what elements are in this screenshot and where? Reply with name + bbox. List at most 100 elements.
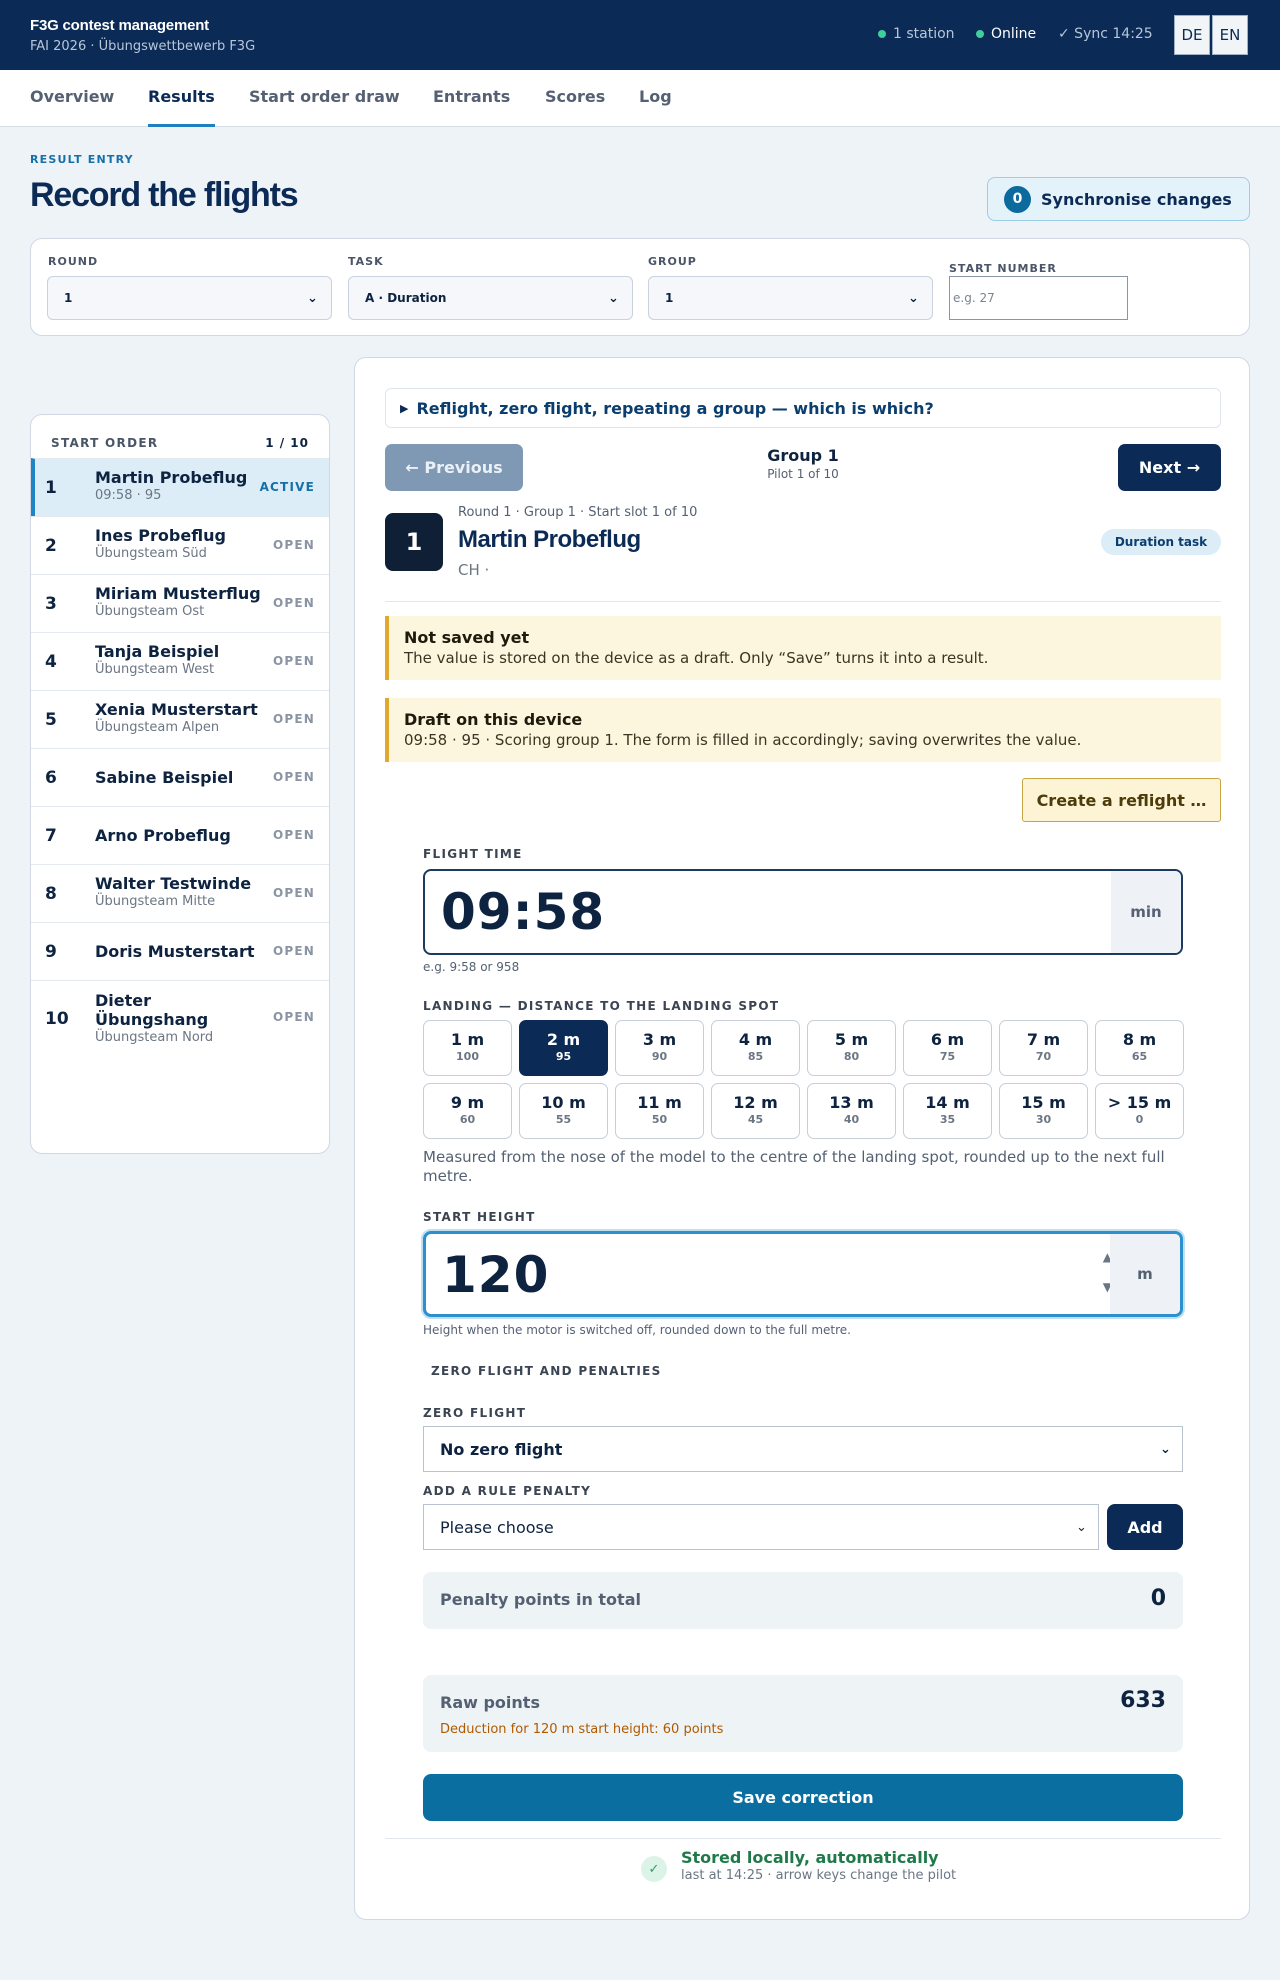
check-icon: ✓ bbox=[641, 1856, 667, 1882]
landing-distance-button[interactable]: 6 m 75 bbox=[903, 1020, 992, 1076]
landing-distance-button[interactable]: 7 m 70 bbox=[999, 1020, 1088, 1076]
start-order-row[interactable]: 6 Sabine Beispiel OPEN bbox=[31, 748, 329, 806]
tab-scores[interactable]: Scores bbox=[545, 87, 605, 106]
filter-card: ROUND 1 ⌄ TASK A · Duration ⌄ GROUP 1 ⌄ … bbox=[30, 238, 1250, 336]
penalties-heading: ZERO FLIGHT AND PENALTIES bbox=[431, 1364, 662, 1378]
row-subtitle: Übungsteam Mitte bbox=[95, 894, 216, 909]
previous-button[interactable]: ← Previous bbox=[385, 444, 523, 491]
start-order-row[interactable]: 3 Miriam Musterflug Übungsteam Ost OPEN bbox=[31, 574, 329, 632]
start-number-input[interactable]: e.g. 27 bbox=[949, 276, 1128, 320]
landing-points: 80 bbox=[843, 1050, 860, 1063]
landing-distance-button[interactable]: 2 m 95 bbox=[519, 1020, 608, 1076]
landing-distance: 6 m bbox=[930, 1030, 965, 1049]
start-order-row[interactable]: 5 Xenia Musterstart Übungsteam Alpen OPEN bbox=[31, 690, 329, 748]
help-details-toggle[interactable]: ▶ Reflight, zero flight, repeating a gro… bbox=[385, 388, 1221, 428]
landing-distance-button[interactable]: 8 m 65 bbox=[1095, 1020, 1184, 1076]
landing-distance-button[interactable]: 9 m 60 bbox=[423, 1083, 512, 1139]
start-order-row[interactable]: 2 Ines Probeflug Übungsteam Süd OPEN bbox=[31, 516, 329, 574]
row-state: ACTIVE bbox=[259, 480, 315, 494]
chevron-down-icon: ⌄ bbox=[1076, 1520, 1087, 1535]
create-reflight-button[interactable]: Create a reflight … bbox=[1022, 778, 1221, 822]
tab-entrants[interactable]: Entrants bbox=[433, 87, 510, 106]
tab-overview[interactable]: Overview bbox=[30, 87, 114, 106]
flight-time-hint: e.g. 9:58 or 958 bbox=[423, 960, 520, 974]
zero-flight-value: No zero flight bbox=[440, 1439, 563, 1459]
sync-count-badge: 0 bbox=[1004, 185, 1031, 213]
landing-points: 0 bbox=[1135, 1113, 1144, 1126]
tab-start-order-draw[interactable]: Start order draw bbox=[249, 87, 400, 106]
row-state: OPEN bbox=[272, 828, 315, 842]
landing-distance: 7 m bbox=[1026, 1030, 1061, 1049]
task-select[interactable]: A · Duration ⌄ bbox=[348, 276, 633, 320]
raw-points-note: Deduction for 120 m start height: 60 poi… bbox=[440, 1722, 724, 1737]
group-subtitle: Pilot 1 of 10 bbox=[767, 467, 839, 481]
start-order-row[interactable]: 4 Tanja Beispiel Übungsteam West OPEN bbox=[31, 632, 329, 690]
landing-distance-button[interactable]: 10 m 55 bbox=[519, 1083, 608, 1139]
app-header: F3G contest management FAI 2026 · Übungs… bbox=[0, 0, 1280, 70]
landing-points: 70 bbox=[1035, 1050, 1052, 1063]
row-state: OPEN bbox=[272, 1010, 315, 1024]
rule-penalty-value: Please choose bbox=[440, 1517, 554, 1537]
lang-de-button[interactable]: DE bbox=[1174, 15, 1210, 55]
page-eyebrow: RESULT ENTRY bbox=[30, 153, 134, 166]
landing-distance: 4 m bbox=[738, 1030, 773, 1049]
landing-distance-button[interactable]: 4 m 85 bbox=[711, 1020, 800, 1076]
start-order-row[interactable]: 8 Walter Testwinde Übungsteam Mitte OPEN bbox=[31, 864, 329, 922]
save-correction-button[interactable]: Save correction bbox=[423, 1774, 1183, 1821]
landing-distance-button[interactable]: > 15 m0 bbox=[1095, 1083, 1184, 1139]
row-number: 1 bbox=[45, 478, 57, 498]
row-subtitle: Übungsteam Süd bbox=[95, 546, 207, 561]
row-pilot-name: Doris Musterstart bbox=[95, 942, 255, 961]
start-order-row[interactable]: 9 Doris Musterstart OPEN bbox=[31, 922, 329, 980]
landing-distance: 13 m bbox=[829, 1093, 874, 1112]
landing-points: 50 bbox=[651, 1113, 668, 1126]
lang-en-button[interactable]: EN bbox=[1212, 15, 1248, 55]
landing-distance-button[interactable]: 1 m 100 bbox=[423, 1020, 512, 1076]
row-pilot-name: Sabine Beispiel bbox=[95, 768, 234, 787]
row-number: 4 bbox=[45, 652, 57, 672]
landing-distance-button[interactable]: 11 m 50 bbox=[615, 1083, 704, 1139]
flight-time-value: 09:58 bbox=[441, 883, 606, 941]
landing-distance: 12 m bbox=[733, 1093, 778, 1112]
online-dot-icon bbox=[976, 30, 984, 38]
stations-dot-icon bbox=[878, 30, 886, 38]
synchronise-label: Synchronise changes bbox=[1041, 189, 1232, 209]
start-order-row[interactable]: 10 Dieter Übungshang Übungsteam Nord OPEN bbox=[31, 980, 329, 1054]
rule-penalty-select[interactable]: Please choose ⌄ bbox=[423, 1504, 1099, 1550]
start-order-row[interactable]: 1 Martin Probeflug 09:58 · 95 ACTIVE bbox=[31, 458, 329, 516]
penalty-total-panel: Penalty points in total 0 bbox=[423, 1572, 1183, 1629]
tab-results[interactable]: Results bbox=[148, 87, 215, 106]
chevron-down-icon: ⌄ bbox=[608, 291, 619, 306]
landing-distance-button[interactable]: 13 m 40 bbox=[807, 1083, 896, 1139]
next-button[interactable]: Next → bbox=[1118, 444, 1221, 491]
chevron-down-icon: ⌄ bbox=[307, 291, 318, 306]
group-value: 1 bbox=[665, 291, 674, 305]
landing-distance-button[interactable]: 12 m 45 bbox=[711, 1083, 800, 1139]
landing-distance-button[interactable]: 14 m 35 bbox=[903, 1083, 992, 1139]
start-height-input[interactable]: 120 ▲ ▼ m bbox=[423, 1231, 1183, 1317]
row-number: 5 bbox=[45, 710, 57, 730]
chevron-down-icon: ⌄ bbox=[908, 291, 919, 306]
landing-points: 90 bbox=[651, 1050, 668, 1063]
round-select[interactable]: 1 ⌄ bbox=[47, 276, 332, 320]
add-penalty-button[interactable]: Add bbox=[1107, 1504, 1183, 1550]
rule-penalty-label: ADD A RULE PENALTY bbox=[423, 1484, 592, 1498]
tab-log[interactable]: Log bbox=[639, 87, 672, 106]
zero-flight-select[interactable]: No zero flight ⌄ bbox=[423, 1426, 1183, 1472]
landing-distance-button[interactable]: 5 m 80 bbox=[807, 1020, 896, 1076]
synchronise-button[interactable]: 0 Synchronise changes bbox=[987, 177, 1250, 221]
start-order-row[interactable]: 7 Arno Probeflug OPEN bbox=[31, 806, 329, 864]
stations-status: 1 station bbox=[878, 26, 955, 42]
group-select[interactable]: 1 ⌄ bbox=[648, 276, 933, 320]
landing-points: 35 bbox=[939, 1113, 956, 1126]
row-state: OPEN bbox=[272, 654, 315, 668]
row-number: 3 bbox=[45, 594, 57, 614]
active-tab-indicator bbox=[148, 124, 215, 127]
not-saved-text: The value is stored on the device as a d… bbox=[404, 649, 989, 667]
flight-time-input[interactable]: 09:58 min bbox=[423, 869, 1183, 955]
divider bbox=[385, 601, 1221, 602]
landing-distance-button[interactable]: 15 m 30 bbox=[999, 1083, 1088, 1139]
row-number: 10 bbox=[45, 1009, 69, 1029]
landing-distance-button[interactable]: 3 m 90 bbox=[615, 1020, 704, 1076]
draft-notice: Draft on this device 09:58 · 95 · Scorin… bbox=[385, 698, 1221, 762]
